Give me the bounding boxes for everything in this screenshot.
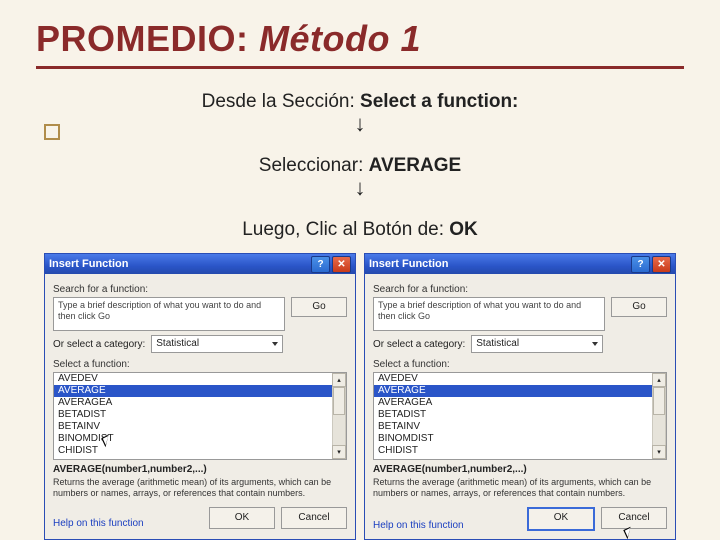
- scrollbar[interactable]: ▴ ▾: [652, 373, 666, 459]
- chevron-down-icon: [272, 342, 278, 346]
- function-description: Returns the average (arithmetic mean) of…: [373, 477, 667, 499]
- instruction-1: Desde la Sección: Select a function:: [36, 91, 684, 113]
- bullet-square: [44, 124, 60, 140]
- instr1-bold: Select a function:: [360, 91, 518, 112]
- dialog-buttons: OK Cancel: [464, 507, 667, 531]
- scroll-down-icon[interactable]: ▾: [652, 445, 666, 459]
- scrollbar[interactable]: ▴ ▾: [332, 373, 346, 459]
- scroll-track[interactable]: [332, 387, 346, 445]
- ok-button[interactable]: OK: [209, 507, 275, 529]
- dialog-body: Search for a function: Type a brief desc…: [45, 274, 355, 537]
- function-listbox[interactable]: AVEDEV AVERAGE AVERAGEA BETADIST BETAINV…: [53, 372, 347, 460]
- cancel-button[interactable]: Cancel: [601, 507, 667, 529]
- cancel-button[interactable]: Cancel: [281, 507, 347, 529]
- arrow-1: ↓: [36, 115, 684, 133]
- list-item[interactable]: BETADIST: [374, 409, 652, 421]
- list-item[interactable]: BETAINV: [374, 421, 652, 433]
- instr2-bold: AVERAGE: [369, 155, 462, 176]
- category-label: Or select a category:: [53, 339, 145, 350]
- list-item[interactable]: BETADIST: [54, 409, 332, 421]
- category-select[interactable]: Statistical: [151, 335, 283, 353]
- help-icon[interactable]: ?: [631, 256, 650, 273]
- select-function-label: Select a function:: [53, 359, 347, 370]
- instruction-3: Luego, Clic al Botón de: OK: [36, 219, 684, 241]
- help-icon[interactable]: ?: [311, 256, 330, 273]
- list-item[interactable]: AVEDEV: [374, 373, 652, 385]
- chevron-down-icon: [592, 342, 598, 346]
- go-button[interactable]: Go: [291, 297, 347, 317]
- function-list: AVEDEV AVERAGE AVERAGEA BETADIST BETAINV…: [54, 373, 332, 459]
- dialog-buttons: OK Cancel: [144, 507, 347, 529]
- list-item[interactable]: AVEDEV: [54, 373, 332, 385]
- function-list: AVEDEV AVERAGE AVERAGEA BETADIST BETAINV…: [374, 373, 652, 459]
- function-signature: AVERAGE(number1,number2,...): [53, 464, 347, 475]
- list-item-selected[interactable]: AVERAGE: [374, 385, 652, 397]
- title-italic: Método 1: [259, 18, 421, 59]
- instr1-text: Desde la Sección:: [202, 91, 360, 112]
- list-item[interactable]: AVERAGEA: [54, 397, 332, 409]
- close-icon[interactable]: ✕: [332, 256, 351, 273]
- search-label: Search for a function:: [53, 284, 347, 295]
- select-function-label: Select a function:: [373, 359, 667, 370]
- function-description: Returns the average (arithmetic mean) of…: [53, 477, 347, 499]
- scroll-thumb[interactable]: [333, 387, 345, 415]
- slide-title: PROMEDIO: Método 1: [36, 18, 684, 69]
- category-label: Or select a category:: [373, 339, 465, 350]
- dialog-title: Insert Function: [369, 258, 448, 270]
- instruction-2: Seleccionar: AVERAGE: [36, 155, 684, 177]
- scroll-track[interactable]: [652, 387, 666, 445]
- help-link[interactable]: Help on this function: [373, 520, 464, 531]
- function-listbox[interactable]: AVEDEV AVERAGE AVERAGEA BETADIST BETAINV…: [373, 372, 667, 460]
- scroll-thumb[interactable]: [653, 387, 665, 415]
- function-signature: AVERAGE(number1,number2,...): [373, 464, 667, 475]
- ok-button[interactable]: OK: [527, 507, 595, 531]
- search-input[interactable]: Type a brief description of what you wan…: [53, 297, 285, 331]
- instr3-bold: OK: [449, 219, 478, 240]
- list-item[interactable]: BINOMDIST: [54, 433, 332, 445]
- category-row: Or select a category: Statistical: [373, 335, 667, 353]
- title-roman: PROMEDIO:: [36, 18, 259, 59]
- category-value: Statistical: [156, 336, 199, 352]
- category-row: Or select a category: Statistical: [53, 335, 347, 353]
- category-value: Statistical: [476, 336, 519, 352]
- screenshots-row: Insert Function ? ✕ Search for a functio…: [36, 253, 684, 540]
- dialog-title: Insert Function: [49, 258, 128, 270]
- list-item[interactable]: BETAINV: [54, 421, 332, 433]
- scroll-up-icon[interactable]: ▴: [332, 373, 346, 387]
- help-link[interactable]: Help on this function: [53, 518, 144, 529]
- list-item[interactable]: CHIDIST: [54, 445, 332, 457]
- scroll-down-icon[interactable]: ▾: [332, 445, 346, 459]
- list-item[interactable]: CHIDIST: [374, 445, 652, 457]
- slide: PROMEDIO: Método 1 Desde la Sección: Sel…: [0, 0, 720, 540]
- titlebar: Insert Function ? ✕: [45, 254, 355, 274]
- insert-function-dialog-2: Insert Function ? ✕ Search for a functio…: [364, 253, 676, 540]
- list-item-selected[interactable]: AVERAGE: [54, 385, 332, 397]
- arrow-2: ↓: [36, 179, 684, 197]
- instr3-text: Luego, Clic al Botón de:: [242, 219, 449, 240]
- scroll-up-icon[interactable]: ▴: [652, 373, 666, 387]
- list-item[interactable]: BINOMDIST: [374, 433, 652, 445]
- search-input[interactable]: Type a brief description of what you wan…: [373, 297, 605, 331]
- titlebar: Insert Function ? ✕: [365, 254, 675, 274]
- dialog-body: Search for a function: Type a brief desc…: [365, 274, 675, 539]
- instr2-text: Seleccionar:: [259, 155, 369, 176]
- go-button[interactable]: Go: [611, 297, 667, 317]
- category-select[interactable]: Statistical: [471, 335, 603, 353]
- close-icon[interactable]: ✕: [652, 256, 671, 273]
- list-item[interactable]: AVERAGEA: [374, 397, 652, 409]
- search-label: Search for a function:: [373, 284, 667, 295]
- insert-function-dialog-1: Insert Function ? ✕ Search for a functio…: [44, 253, 356, 540]
